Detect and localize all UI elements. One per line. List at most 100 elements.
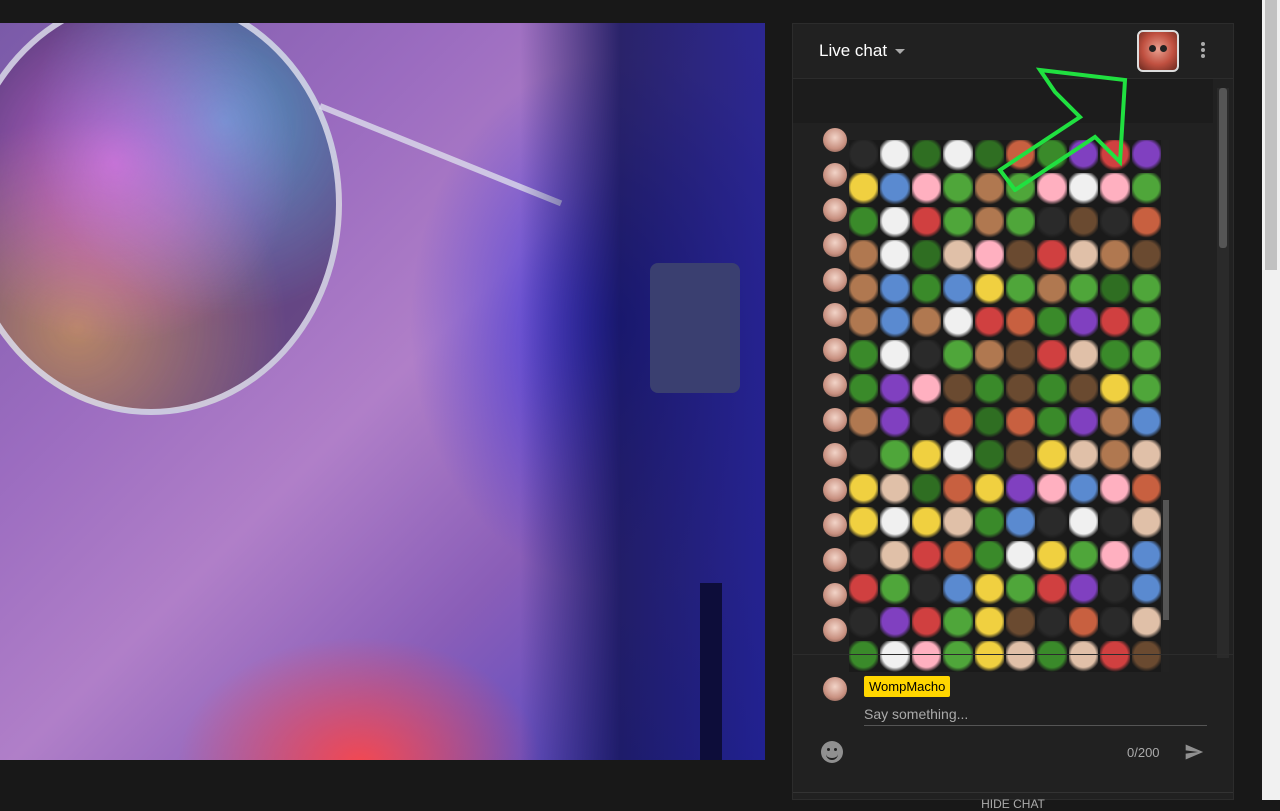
emote-tile[interactable]: [911, 407, 942, 439]
emote-tile[interactable]: [1131, 206, 1161, 239]
emote-tile[interactable]: [911, 306, 942, 339]
emote-tile[interactable]: [1037, 507, 1067, 539]
emote-picker-grid[interactable]: [849, 140, 1161, 672]
emote-tile[interactable]: [911, 340, 942, 372]
emote-tile[interactable]: [943, 340, 973, 372]
emote-tile[interactable]: [1131, 340, 1161, 372]
emote-tile[interactable]: [1037, 340, 1067, 372]
emote-tile[interactable]: [1005, 206, 1036, 239]
emote-tile[interactable]: [849, 440, 879, 472]
emote-tile[interactable]: [1100, 540, 1130, 572]
emote-tile[interactable]: [1131, 540, 1161, 572]
send-icon[interactable]: [1183, 742, 1205, 762]
emote-tile[interactable]: [1005, 540, 1036, 572]
emote-tile[interactable]: [1037, 206, 1067, 239]
emote-tile[interactable]: [974, 573, 1004, 606]
emote-tile[interactable]: [943, 306, 973, 339]
emote-tile[interactable]: [849, 573, 879, 606]
emote-tile[interactable]: [880, 507, 910, 539]
page-scrollbar[interactable]: [1262, 0, 1280, 800]
emote-tile[interactable]: [943, 607, 973, 639]
emote-tile[interactable]: [1100, 407, 1130, 439]
emote-tile[interactable]: [974, 340, 1004, 372]
emote-tile[interactable]: [1005, 507, 1036, 539]
page-scroll-thumb[interactable]: [1265, 0, 1277, 270]
emote-tile[interactable]: [1068, 273, 1099, 305]
emote-tile[interactable]: [849, 140, 879, 172]
emote-tile[interactable]: [943, 540, 973, 572]
emote-tile[interactable]: [1005, 607, 1036, 639]
emote-tile[interactable]: [880, 140, 910, 172]
emote-tile[interactable]: [1100, 240, 1130, 272]
emote-tile[interactable]: [880, 173, 910, 205]
emote-tile[interactable]: [974, 306, 1004, 339]
emote-tile[interactable]: [1100, 573, 1130, 606]
emote-tile[interactable]: [911, 240, 942, 272]
emote-tile[interactable]: [1068, 240, 1099, 272]
emote-tile[interactable]: [911, 473, 942, 506]
emote-scrollbar[interactable]: [1163, 140, 1169, 672]
emote-tile[interactable]: [1068, 373, 1099, 405]
extension-avatar-button[interactable]: [1137, 30, 1179, 72]
chat-message-input[interactable]: [864, 703, 1207, 726]
emote-tile[interactable]: [1068, 540, 1099, 572]
emote-tile[interactable]: [1131, 440, 1161, 472]
emote-tile[interactable]: [1037, 440, 1067, 472]
chat-scrollbar[interactable]: [1217, 88, 1229, 658]
emote-tile[interactable]: [911, 206, 942, 239]
emote-tile[interactable]: [849, 407, 879, 439]
emote-tile[interactable]: [974, 507, 1004, 539]
emote-tile[interactable]: [974, 273, 1004, 305]
emote-tile[interactable]: [943, 206, 973, 239]
emote-tile[interactable]: [1005, 440, 1036, 472]
emote-scroll-thumb[interactable]: [1163, 500, 1169, 620]
emote-tile[interactable]: [1100, 273, 1130, 305]
video-player[interactable]: [0, 23, 765, 760]
emote-tile[interactable]: [974, 540, 1004, 572]
emote-tile[interactable]: [1037, 273, 1067, 305]
emote-tile[interactable]: [911, 173, 942, 205]
emote-tile[interactable]: [849, 206, 879, 239]
emote-tile[interactable]: [1005, 473, 1036, 506]
emote-tile[interactable]: [943, 440, 973, 472]
emote-tile[interactable]: [1068, 573, 1099, 606]
emote-tile[interactable]: [1005, 373, 1036, 405]
emote-tile[interactable]: [1005, 240, 1036, 272]
emote-tile[interactable]: [911, 140, 942, 172]
emote-tile[interactable]: [880, 240, 910, 272]
emote-tile[interactable]: [1037, 540, 1067, 572]
emote-tile[interactable]: [1100, 340, 1130, 372]
emote-tile[interactable]: [880, 273, 910, 305]
emote-tile[interactable]: [880, 206, 910, 239]
emote-tile[interactable]: [1068, 206, 1099, 239]
emote-tile[interactable]: [1131, 473, 1161, 506]
emote-tile[interactable]: [1100, 440, 1130, 472]
emote-tile[interactable]: [1037, 306, 1067, 339]
emote-tile[interactable]: [911, 607, 942, 639]
emote-tile[interactable]: [1100, 507, 1130, 539]
emote-tile[interactable]: [1037, 473, 1067, 506]
emote-tile[interactable]: [911, 573, 942, 606]
emote-tile[interactable]: [1068, 440, 1099, 472]
emote-tile[interactable]: [1100, 206, 1130, 239]
emote-tile[interactable]: [880, 340, 910, 372]
emote-tile[interactable]: [849, 607, 879, 639]
emoji-icon[interactable]: [821, 741, 843, 763]
emote-tile[interactable]: [849, 540, 879, 572]
emote-tile[interactable]: [849, 240, 879, 272]
emote-tile[interactable]: [1005, 273, 1036, 305]
emote-tile[interactable]: [1037, 607, 1067, 639]
emote-tile[interactable]: [1005, 407, 1036, 439]
emote-tile[interactable]: [1068, 306, 1099, 339]
emote-tile[interactable]: [880, 440, 910, 472]
emote-tile[interactable]: [974, 607, 1004, 639]
emote-tile[interactable]: [880, 573, 910, 606]
emote-tile[interactable]: [1005, 340, 1036, 372]
emote-tile[interactable]: [1131, 173, 1161, 205]
emote-tile[interactable]: [1131, 507, 1161, 539]
emote-tile[interactable]: [1068, 507, 1099, 539]
emote-tile[interactable]: [880, 306, 910, 339]
emote-tile[interactable]: [1037, 573, 1067, 606]
emote-tile[interactable]: [911, 540, 942, 572]
emote-tile[interactable]: [974, 440, 1004, 472]
